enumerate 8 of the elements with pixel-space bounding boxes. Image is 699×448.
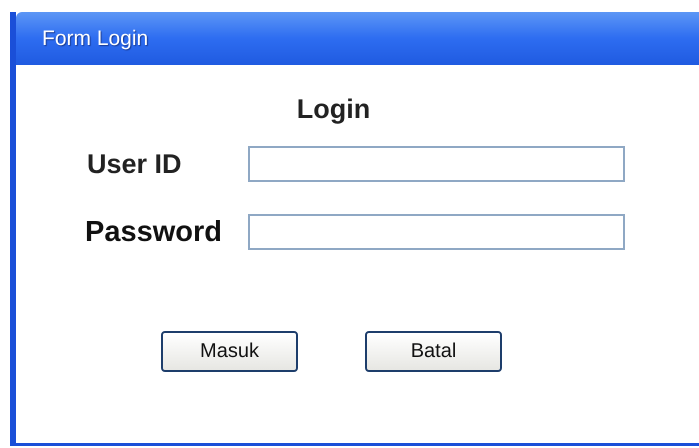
window-title: Form Login bbox=[42, 26, 148, 50]
input-field[interactable] bbox=[248, 146, 625, 182]
field-label: User ID bbox=[87, 148, 183, 180]
form-button[interactable]: Masuk bbox=[161, 331, 298, 372]
form-button[interactable]: Batal bbox=[365, 331, 502, 372]
input-field[interactable] bbox=[248, 214, 625, 250]
field-label: Password bbox=[85, 216, 223, 248]
form-heading: Login bbox=[296, 94, 372, 125]
